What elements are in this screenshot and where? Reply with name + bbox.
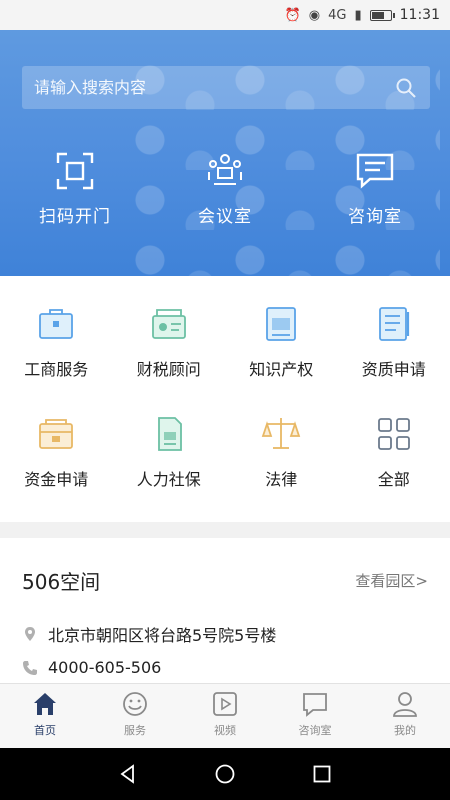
home-icon — [34, 693, 56, 715]
quick-action-consult-room[interactable]: 咨询室 — [300, 150, 450, 227]
quick-action-meeting-room[interactable]: 会议室 — [150, 150, 300, 227]
phone-icon — [23, 660, 37, 675]
hero-banner: 扫码开门 会议室 — [0, 30, 450, 276]
bottom-tab-bar: 首页 服务 视频 咨询室 我的 — [0, 683, 450, 748]
quick-action-label: 会议室 — [198, 207, 252, 227]
tab-service[interactable]: 服务 — [90, 684, 180, 748]
service-all[interactable]: 全部 — [338, 404, 450, 514]
app-screen: ⏰ ◉ 4G ▮ 11:31 扫码开门 — [0, 0, 450, 800]
hr-document-icon — [157, 417, 182, 451]
service-label: 资质申请 — [361, 360, 426, 379]
recents-icon[interactable] — [311, 763, 333, 785]
search-input[interactable] — [34, 78, 394, 97]
location-pin-icon — [25, 627, 35, 641]
service-qualification[interactable]: 资质申请 — [338, 294, 450, 404]
quick-actions: 扫码开门 会议室 咨询室 — [0, 150, 450, 227]
chat-icon — [356, 153, 394, 189]
search-bar[interactable] — [22, 66, 430, 109]
home-circle-icon[interactable] — [214, 763, 236, 785]
tab-label: 首页 — [34, 724, 56, 737]
message-icon — [303, 693, 327, 717]
system-nav-bar — [0, 748, 450, 800]
tab-label: 咨询室 — [298, 724, 332, 737]
service-label: 法律 — [265, 470, 298, 489]
play-icon — [213, 692, 237, 716]
space-address: 北京市朝阳区将台路5号院5号楼 — [48, 626, 277, 645]
service-funding[interactable]: 资金申请 — [0, 404, 113, 514]
tab-consult[interactable]: 咨询室 — [270, 684, 360, 748]
space-address-row: 北京市朝阳区将台路5号院5号楼 — [22, 622, 276, 646]
battery-icon — [369, 9, 395, 21]
alarm-icon: ⏰ — [284, 7, 301, 23]
service-label: 人力社保 — [136, 470, 201, 489]
search-icon[interactable] — [394, 76, 418, 100]
service-legal[interactable]: 法律 — [225, 404, 338, 514]
scan-icon — [56, 152, 94, 190]
service-label: 资金申请 — [24, 470, 89, 489]
service-finance[interactable]: 财税顾问 — [113, 294, 226, 404]
tab-home[interactable]: 首页 — [0, 684, 90, 748]
smiley-icon — [123, 692, 147, 716]
scales-icon — [262, 418, 301, 449]
checklist-icon — [378, 307, 409, 341]
status-time: 11:31 — [399, 7, 440, 23]
service-grid: 工商服务 财税顾问 知识产权 资质申请 资金申请 人力社保 法律 全部 — [0, 276, 450, 512]
briefcase-icon — [39, 309, 74, 339]
signal-icon: ▮ — [354, 7, 362, 23]
service-business[interactable]: 工商服务 — [0, 294, 113, 404]
status-bar: ⏰ ◉ 4G ▮ 11:31 — [0, 0, 450, 30]
tab-mine[interactable]: 我的 — [360, 684, 450, 748]
service-ip[interactable]: 知识产权 — [225, 294, 338, 404]
tab-label: 视频 — [214, 724, 236, 737]
service-label: 财税顾问 — [136, 360, 201, 379]
space-phone-row[interactable]: 4000-605-506 — [22, 658, 161, 677]
meeting-room-icon — [208, 154, 242, 185]
grid-icon — [377, 418, 410, 450]
tab-label: 我的 — [394, 724, 416, 737]
space-title: 506空间 — [22, 570, 101, 594]
view-park-link[interactable]: 查看园区> — [355, 570, 428, 591]
tab-video[interactable]: 视频 — [180, 684, 270, 748]
quick-action-label: 扫码开门 — [39, 207, 111, 227]
network-label: 4G — [328, 7, 347, 23]
service-label: 知识产权 — [249, 360, 314, 379]
service-label: 全部 — [377, 470, 410, 489]
quick-action-scan-door[interactable]: 扫码开门 — [0, 150, 150, 227]
user-icon — [393, 692, 417, 717]
space-phone: 4000-605-506 — [48, 658, 162, 677]
service-label: 工商服务 — [24, 360, 89, 379]
money-box-icon — [39, 419, 74, 449]
finance-icon — [151, 309, 186, 339]
back-icon[interactable] — [117, 763, 139, 785]
certificate-icon — [266, 307, 297, 341]
tab-label: 服务 — [124, 724, 146, 737]
quick-action-label: 咨询室 — [348, 207, 402, 227]
eye-icon: ◉ — [308, 7, 321, 23]
section-divider — [0, 522, 450, 538]
service-hr[interactable]: 人力社保 — [113, 404, 226, 514]
